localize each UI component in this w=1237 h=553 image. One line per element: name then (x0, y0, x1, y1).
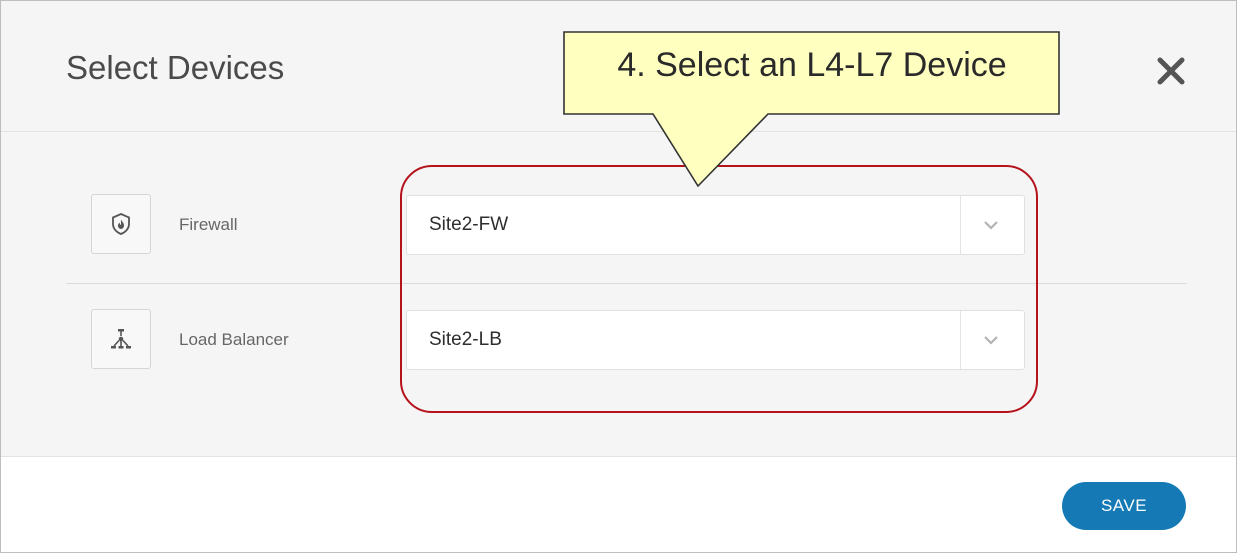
row-divider (66, 283, 1187, 284)
load-balancer-device-select[interactable]: Site2-LB (406, 310, 1025, 370)
shield-flame-icon (91, 194, 151, 254)
dialog-title: Select Devices (66, 49, 285, 86)
close-icon[interactable] (1151, 51, 1191, 91)
load-balancer-label: Load Balancer (179, 330, 289, 349)
firewall-label: Firewall (179, 215, 238, 234)
save-button[interactable]: SAVE (1062, 482, 1186, 530)
chevron-down-icon[interactable] (982, 218, 1000, 232)
device-row-firewall: Firewall Site2-FW (1, 181, 1236, 281)
chevron-down-icon[interactable] (982, 333, 1000, 347)
select-divider (960, 311, 961, 369)
load-balancer-icon (91, 309, 151, 369)
device-row-load-balancer: Load Balancer Site2-LB (1, 296, 1236, 396)
load-balancer-selected-value: Site2-LB (429, 329, 502, 350)
firewall-device-select[interactable]: Site2-FW (406, 195, 1025, 255)
firewall-selected-value: Site2-FW (429, 214, 509, 235)
select-divider (960, 196, 961, 254)
annotation-callout-text: 4. Select an L4-L7 Device (617, 46, 1007, 84)
select-devices-dialog: Select Devices Firewall Site2-FW Load Ba… (0, 0, 1237, 553)
dialog-footer (1, 457, 1236, 552)
